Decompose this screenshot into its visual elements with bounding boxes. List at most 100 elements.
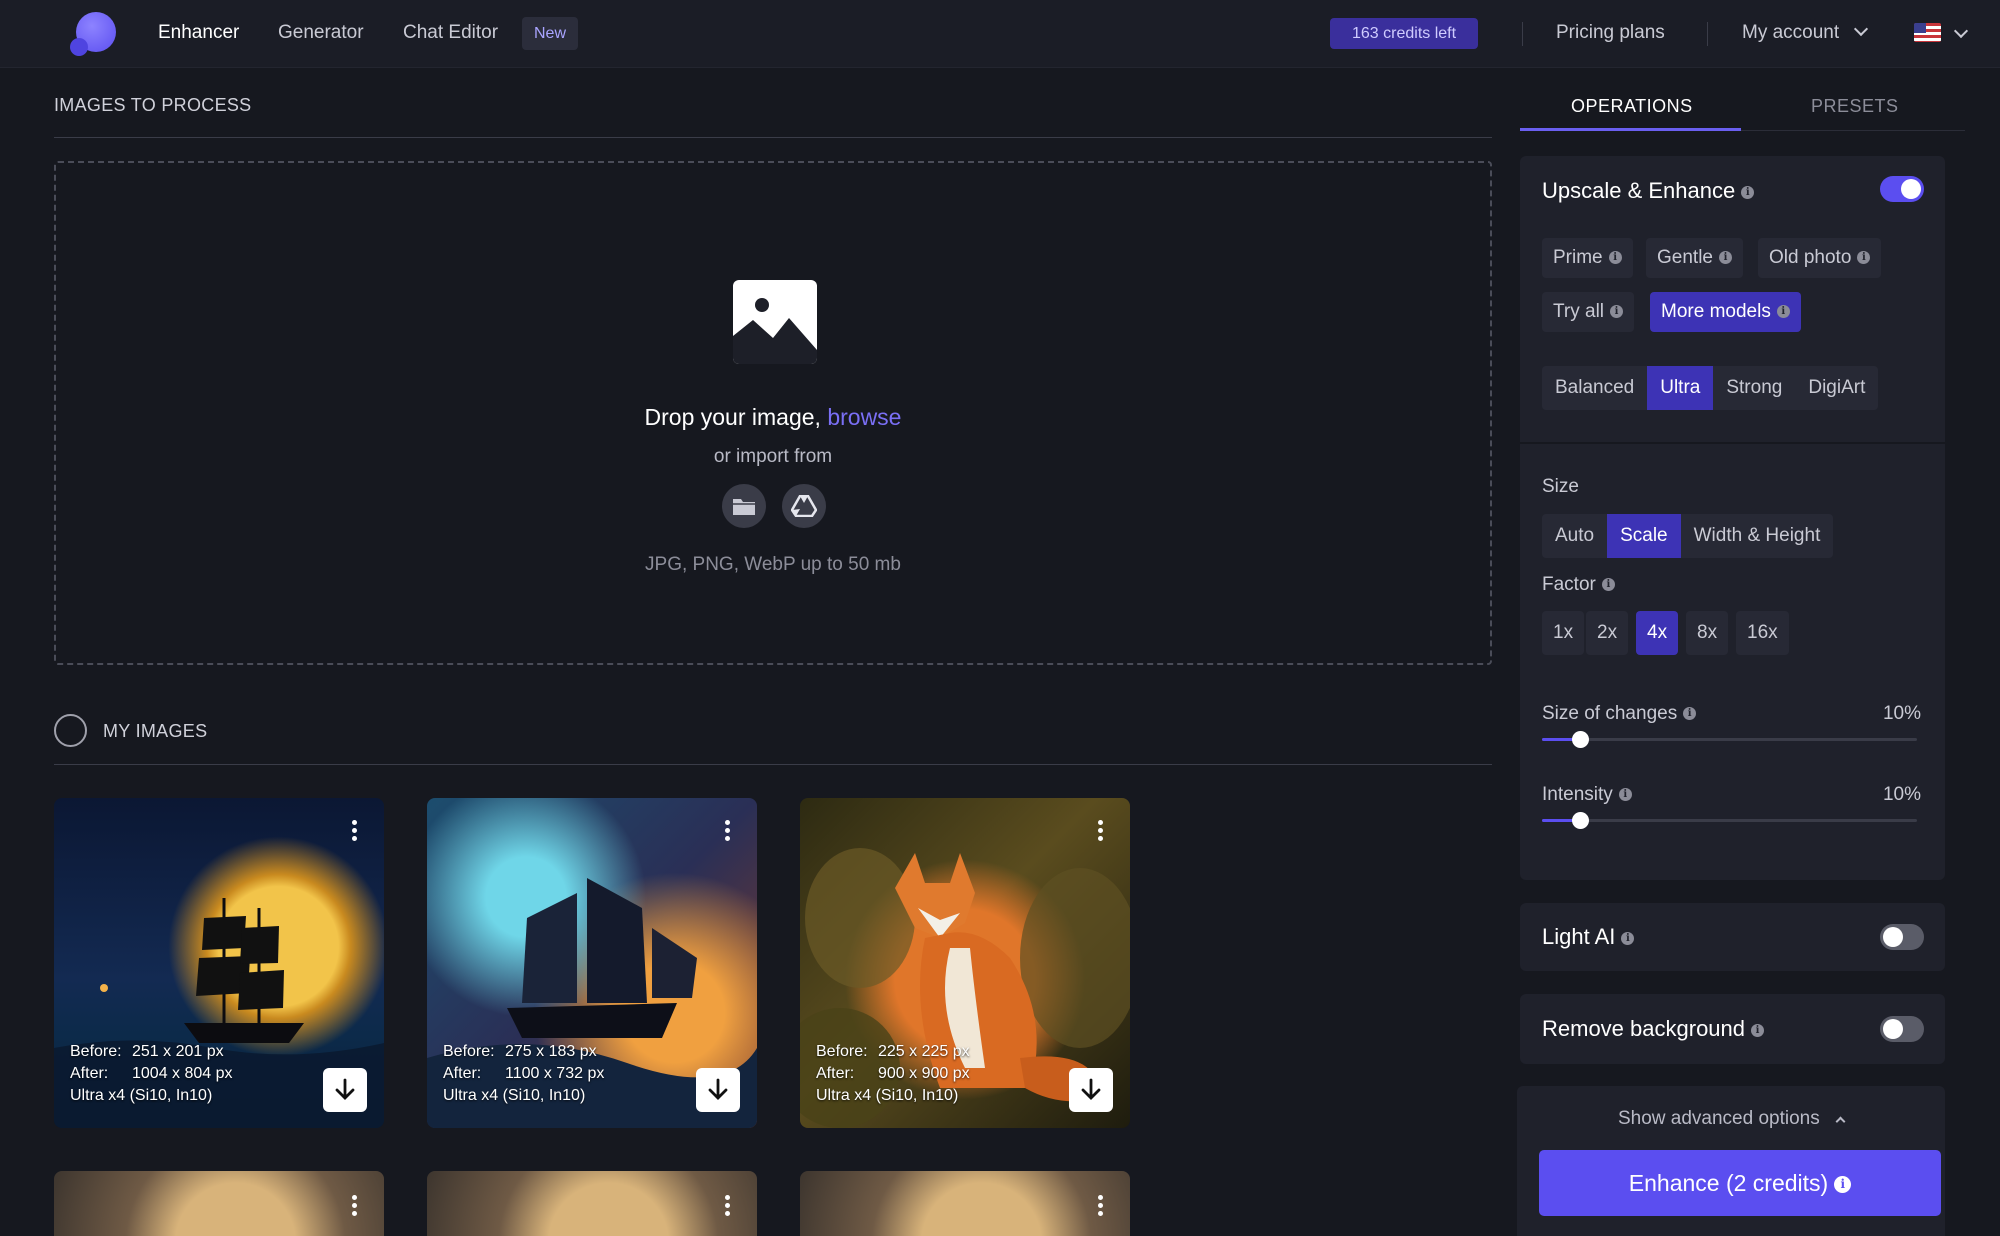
- model-more-models[interactable]: More models i: [1650, 292, 1801, 332]
- upscale-enhance-label: Upscale & Enhance: [1542, 178, 1736, 203]
- model-old-photo[interactable]: Old photo i: [1758, 238, 1882, 278]
- pricing-plans-link[interactable]: Pricing plans: [1556, 22, 1665, 44]
- us-flag-icon[interactable]: [1914, 23, 1941, 42]
- info-icon[interactable]: i: [1718, 251, 1732, 265]
- intensity-label: Intensity i: [1542, 784, 1632, 806]
- size-of-changes-value: 10%: [1882, 703, 1921, 724]
- remove-background-panel: Remove background i: [1520, 994, 1945, 1064]
- info-icon[interactable]: i: [1741, 185, 1755, 199]
- image-card[interactable]: Before: 225 x 225 px After: 900 x 900 px U…: [800, 798, 1130, 1128]
- select-all-radio[interactable]: [54, 714, 87, 747]
- import-folder-button[interactable]: [722, 484, 766, 528]
- intensity-value: 10%: [1882, 784, 1921, 805]
- nav-chat-editor[interactable]: Chat Editor: [403, 22, 498, 44]
- remove-background-toggle[interactable]: [1880, 1016, 1924, 1042]
- my-account-menu[interactable]: My account: [1742, 21, 1869, 44]
- slider-handle[interactable]: [1571, 731, 1589, 748]
- supported-formats: JPG, PNG, WebP up to 50 mb: [645, 554, 901, 575]
- model-gentle[interactable]: Gentle i: [1646, 238, 1743, 278]
- size-label: Size: [1542, 476, 1579, 497]
- divider: [1520, 442, 1945, 444]
- more-options-icon[interactable]: [725, 1195, 731, 1217]
- model-prime[interactable]: Prime i: [1542, 238, 1633, 278]
- image-card[interactable]: [427, 1171, 757, 1236]
- light-ai-panel: Light AI i: [1520, 903, 1945, 971]
- chevron-up-icon: [1835, 1116, 1846, 1127]
- light-ai-title: Light AI i: [1542, 924, 1635, 950]
- divider: [1522, 22, 1523, 46]
- factor-2x[interactable]: 2x: [1586, 611, 1629, 655]
- info-icon[interactable]: i: [1857, 251, 1871, 265]
- credits-badge[interactable]: 163 credits left: [1330, 18, 1479, 49]
- info-icon[interactable]: i: [1618, 788, 1632, 802]
- divider: [54, 137, 1492, 138]
- more-options-icon[interactable]: [725, 820, 731, 842]
- info-icon[interactable]: i: [1621, 931, 1635, 945]
- chevron-down-icon[interactable]: [1953, 23, 1969, 39]
- chevron-down-icon: [1854, 21, 1869, 37]
- info-icon[interactable]: i: [1776, 305, 1790, 319]
- image-card[interactable]: [800, 1171, 1130, 1236]
- new-badge: New: [522, 17, 579, 50]
- tab-operations[interactable]: OPERATIONS: [1571, 96, 1693, 117]
- image-info: Before: 251 x 201 px After: 1004 x 804 px …: [70, 1043, 233, 1104]
- logo[interactable]: [70, 12, 116, 56]
- show-advanced-options[interactable]: Show advanced options: [1517, 1108, 1945, 1130]
- intensity-slider[interactable]: [1542, 812, 1917, 829]
- info-icon[interactable]: i: [1601, 578, 1615, 592]
- factor-8x[interactable]: 8x: [1686, 611, 1729, 655]
- info-icon[interactable]: i: [1683, 707, 1697, 721]
- my-images-title: MY IMAGES: [103, 721, 208, 741]
- more-options-icon[interactable]: [1098, 820, 1104, 842]
- top-navigation-bar: Enhancer Generator Chat Editor New 163 c…: [0, 0, 2000, 68]
- mode-digiart[interactable]: DigiArt: [1795, 366, 1878, 410]
- light-ai-toggle[interactable]: [1880, 924, 1924, 950]
- image-card[interactable]: Before: 275 x 183 px After: 1100 x 732 px …: [427, 798, 757, 1128]
- enhance-button[interactable]: Enhance (2 credits) i: [1539, 1150, 1941, 1216]
- mode-ultra[interactable]: Ultra: [1647, 366, 1714, 410]
- nav-generator[interactable]: Generator: [278, 22, 364, 44]
- image-card[interactable]: Before: 251 x 201 px After: 1004 x 804 px …: [54, 798, 384, 1128]
- action-panel: Show advanced options Enhance (2 credits…: [1517, 1086, 1945, 1236]
- nav-enhancer[interactable]: Enhancer: [158, 22, 239, 44]
- tab-presets[interactable]: PRESETS: [1811, 96, 1899, 117]
- image-dropzone[interactable]: Drop your image, browse or import from J…: [54, 161, 1492, 665]
- folder-icon: [733, 499, 755, 515]
- size-scale[interactable]: Scale: [1607, 514, 1681, 558]
- size-width-height[interactable]: Width & Height: [1681, 514, 1834, 558]
- import-google-drive-button[interactable]: [782, 484, 826, 528]
- factor-1x[interactable]: 1x: [1542, 611, 1585, 655]
- image-info: Before: 225 x 225 px After: 900 x 900 px U…: [816, 1043, 970, 1104]
- mode-strong[interactable]: Strong: [1713, 366, 1795, 410]
- download-button[interactable]: [696, 1068, 740, 1112]
- google-drive-icon: [791, 495, 817, 517]
- download-arrow-icon: [708, 1078, 728, 1100]
- download-button[interactable]: [1069, 1068, 1113, 1112]
- mode-selector: Balanced Ultra Strong DigiArt: [1542, 366, 1879, 410]
- more-options-icon[interactable]: [1098, 1195, 1104, 1217]
- active-tab-indicator: [1520, 128, 1741, 131]
- size-selector: Auto Scale Width & Height: [1542, 514, 1834, 558]
- download-button[interactable]: [323, 1068, 367, 1112]
- browse-link[interactable]: browse: [827, 404, 901, 430]
- size-auto[interactable]: Auto: [1542, 514, 1607, 558]
- slider-handle[interactable]: [1571, 812, 1589, 829]
- more-options-icon[interactable]: [352, 1195, 358, 1217]
- size-of-changes-slider[interactable]: [1542, 731, 1917, 748]
- info-icon[interactable]: i: [1751, 1023, 1765, 1037]
- more-options-icon[interactable]: [352, 820, 358, 842]
- import-from-text: or import from: [713, 446, 833, 467]
- my-account-label: My account: [1742, 22, 1840, 43]
- info-icon[interactable]: i: [1608, 251, 1622, 265]
- download-arrow-icon: [1081, 1078, 1101, 1100]
- image-card[interactable]: [54, 1171, 384, 1236]
- mode-balanced[interactable]: Balanced: [1542, 366, 1647, 410]
- factor-label: Factor i: [1542, 574, 1615, 596]
- upscale-enhance-toggle[interactable]: [1880, 176, 1924, 202]
- model-try-all[interactable]: Try all i: [1542, 292, 1635, 332]
- factor-16x[interactable]: 16x: [1736, 611, 1789, 655]
- image-info: Before: 275 x 183 px After: 1100 x 732 px …: [443, 1043, 605, 1104]
- info-icon[interactable]: i: [1610, 305, 1624, 319]
- factor-4x[interactable]: 4x: [1636, 611, 1679, 655]
- info-icon[interactable]: i: [1834, 1176, 1852, 1194]
